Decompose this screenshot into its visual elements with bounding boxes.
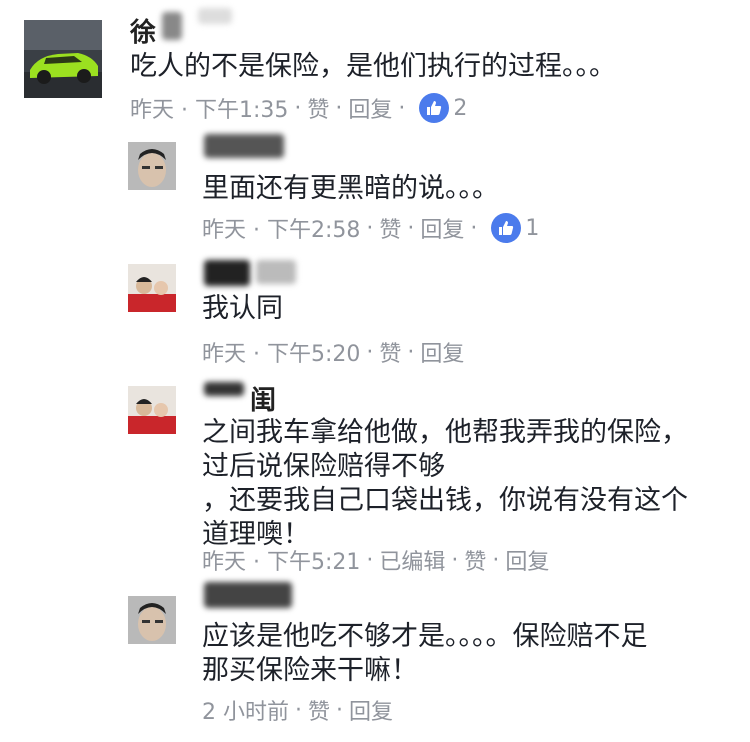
separator: · [336, 697, 344, 723]
separator: · [407, 215, 415, 241]
redacted-name-blur [204, 134, 284, 158]
comment-text: 里面还有更黑暗的说。。。 [202, 173, 499, 204]
reply-link[interactable]: 回复 [348, 92, 392, 124]
separator: · [492, 547, 500, 573]
like-count-badge[interactable]: 2 [419, 93, 467, 123]
avatar[interactable] [128, 142, 176, 190]
redacted-name-blur [204, 260, 250, 286]
separator: · [407, 339, 415, 365]
reply-link[interactable]: 回复 [420, 336, 464, 368]
separator: · [295, 697, 302, 723]
comment-timestamp[interactable]: 昨天 · 下午2:58 [202, 212, 360, 244]
separator: · [366, 547, 374, 573]
comment-meta: 昨天 · 下午5:20 · 赞 · 回复 [202, 336, 464, 368]
comment-text: 吃人的不是保险，是他们执行的过程。。。 [130, 51, 616, 82]
like-link[interactable]: 赞 [379, 336, 401, 368]
separator: · [366, 339, 374, 365]
thumbs-up-icon [419, 93, 450, 123]
like-count: 1 [525, 215, 540, 241]
comment: 我认同 昨天 · 下午5:20 · 赞 · 回复 [0, 250, 750, 374]
comment-meta: 昨天 · 下午2:58 · 赞 · 回复 · 1 [202, 212, 539, 244]
commenter-name[interactable]: 徐 [130, 12, 157, 49]
man-avatar-image [128, 596, 176, 644]
separator: · [294, 95, 302, 121]
comment-text: 我认同 [202, 293, 283, 324]
man-avatar-image [128, 142, 176, 190]
reply-link[interactable]: 回复 [349, 694, 393, 726]
comment-meta: 昨天 · 下午5:21 · 已编辑 · 赞 · 回复 [202, 544, 549, 576]
comment-timestamp[interactable]: 昨天 · 下午5:21 [202, 544, 360, 576]
like-count: 2 [453, 95, 468, 121]
comment: 徐 吃人的不是保险，是他们执行的过程。。。 昨天 · 下午1:35 · 赞 · … [0, 0, 750, 130]
commenter-name[interactable]: 闺 [250, 380, 277, 417]
redacted-name-blur [162, 12, 182, 40]
comment-timestamp[interactable]: 昨天 · 下午1:35 [130, 92, 288, 124]
comment-timestamp[interactable]: 昨天 · 下午5:20 [202, 336, 360, 368]
like-link[interactable]: 赞 [308, 694, 330, 726]
reply-link[interactable]: 回复 [420, 212, 464, 244]
separator: · [398, 95, 406, 121]
separator: · [470, 215, 478, 241]
like-count-badge[interactable]: 1 [491, 213, 539, 243]
avatar[interactable] [128, 386, 176, 434]
like-link[interactable]: 赞 [307, 92, 329, 124]
comment-text: 应该是他吃不够才是。。。。保险赔不足 那买保险来干嘛！ [202, 621, 648, 686]
comment-timestamp[interactable]: 2 小时前 [202, 694, 289, 726]
thumbs-up-icon [491, 213, 522, 243]
separator: · [366, 215, 374, 241]
avatar[interactable] [128, 596, 176, 644]
redacted-name-blur [204, 582, 292, 608]
reply-link[interactable]: 回复 [505, 544, 549, 576]
like-link[interactable]: 赞 [379, 212, 401, 244]
edited-label[interactable]: 已编辑 [379, 544, 445, 576]
family-avatar-image [128, 264, 176, 312]
family-avatar-image [128, 386, 176, 434]
comment-text: 之间我车拿给他做，他帮我弄我的保险， 过后说保险赔得不够 ，还要我自己口袋出钱，… [202, 417, 688, 550]
comment-meta: 2 小时前 · 赞 · 回复 [202, 694, 393, 726]
comment: 里面还有更黑暗的说。。。 昨天 · 下午2:58 · 赞 · 回复 · 1 [0, 130, 750, 250]
car-avatar-image [24, 20, 102, 98]
redacted-name-blur [198, 8, 232, 24]
redacted-name-blur [256, 260, 296, 284]
like-link[interactable]: 赞 [464, 544, 486, 576]
comment: 闺 之间我车拿给他做，他帮我弄我的保险， 过后说保险赔得不够 ，还要我自己口袋出… [0, 374, 750, 578]
comment-meta: 昨天 · 下午1:35 · 赞 · 回复 · 2 [130, 92, 467, 124]
separator: · [335, 95, 343, 121]
separator: · [451, 547, 459, 573]
avatar[interactable] [128, 264, 176, 312]
redacted-name-blur [204, 382, 244, 396]
avatar[interactable] [24, 20, 102, 98]
comment: 应该是他吃不够才是。。。。保险赔不足 那买保险来干嘛！ 2 小时前 · 赞 · … [0, 578, 750, 742]
